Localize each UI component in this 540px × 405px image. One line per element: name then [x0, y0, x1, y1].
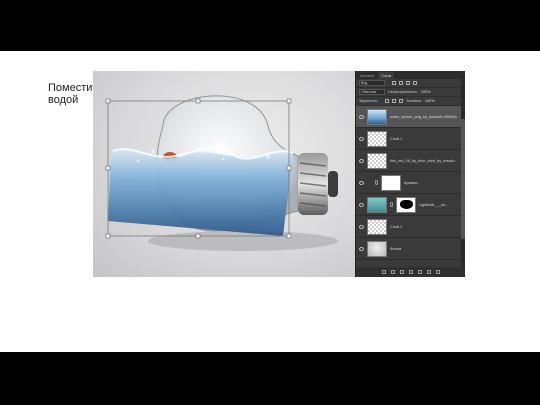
lock-pixels-icon[interactable] — [385, 99, 390, 103]
eye-icon[interactable] — [359, 136, 364, 141]
adjustment-filter-icon[interactable] — [399, 81, 403, 85]
trash-icon[interactable] — [436, 270, 440, 274]
layers-panel: Каналы Слои Вид Обычные Непрозрачность: … — [355, 71, 465, 277]
bulb-illustration — [105, 95, 338, 251]
layer-name: Lightbulb___ph... — [419, 202, 449, 207]
layer-row[interactable]: water_splash_png_by_dawhatt-d5fh5nb — [356, 106, 465, 128]
kind-filter-select[interactable]: Вид — [359, 80, 385, 86]
link-icon — [375, 180, 378, 185]
layer-thumbnail — [367, 108, 387, 125]
blend-row: Обычные Непрозрачность: 100% — [356, 88, 465, 97]
filter-icons — [392, 81, 417, 85]
lock-all-icon[interactable] — [399, 99, 404, 103]
lock-label: Закрепить: — [359, 99, 379, 103]
new-layer-icon[interactable] — [427, 270, 431, 274]
tab-channels[interactable]: Каналы — [360, 73, 374, 78]
opacity-value[interactable]: 100% — [421, 90, 431, 94]
scrollbar-thumb[interactable] — [461, 119, 465, 239]
group-icon[interactable] — [418, 270, 422, 274]
lock-position-icon[interactable] — [392, 99, 397, 103]
layer-row[interactable]: Слой 2 — [356, 216, 465, 238]
bulb-photo — [93, 71, 355, 277]
layer-thumbnail — [367, 130, 387, 147]
eye-icon[interactable] — [359, 180, 364, 185]
panel-footer — [356, 267, 465, 277]
fx-icon[interactable] — [391, 270, 395, 274]
pixel-filter-icon[interactable] — [392, 81, 396, 85]
bottom-letterbox — [0, 352, 540, 405]
top-letterbox — [0, 0, 540, 51]
opacity-label: Непрозрачность: — [388, 90, 418, 94]
tab-layers[interactable]: Слои — [378, 71, 394, 79]
panel-scrollbar[interactable] — [461, 79, 465, 267]
lock-row: Закрепить: Заливка: 100% — [356, 97, 465, 106]
layer-row[interactable]: Слой 1 — [356, 128, 465, 150]
fill-label: Заливка: — [406, 99, 422, 103]
link-icon — [390, 202, 393, 207]
layer-mask-thumbnail — [381, 174, 401, 191]
layer-row[interactable]: fish_red_08_by_blue_dard_by_maxdn... — [356, 150, 465, 172]
fill-value[interactable]: 100% — [425, 99, 435, 103]
lock-icons — [385, 99, 404, 103]
layer-name: Фонов — [390, 246, 402, 251]
eye-icon[interactable] — [359, 158, 364, 163]
layer-thumbnail — [367, 152, 387, 169]
add-mask-icon[interactable] — [400, 270, 404, 274]
eye-icon[interactable] — [359, 114, 364, 119]
layer-mask-thumbnail — [396, 196, 416, 213]
blend-mode-select[interactable]: Обычные — [359, 89, 385, 95]
layer-name: Слой 2 — [390, 224, 403, 229]
layer-name: fish_red_08_by_blue_dard_by_maxdn... — [390, 158, 458, 163]
layer-name: Слой 1 — [390, 136, 403, 141]
eye-icon[interactable] — [359, 202, 364, 207]
filter-row: Вид — [356, 79, 465, 88]
eye-icon[interactable] — [359, 246, 364, 251]
layer-name: Кривые... — [404, 180, 421, 185]
link-layers-icon[interactable] — [382, 270, 386, 274]
layer-row[interactable]: Фонов — [356, 238, 465, 260]
layer-thumbnail — [367, 218, 387, 235]
shape-filter-icon[interactable] — [413, 81, 417, 85]
layer-name: water_splash_png_by_dawhatt-d5fh5nb — [390, 114, 458, 119]
eye-icon[interactable] — [359, 224, 364, 229]
layer-thumbnail — [367, 196, 387, 213]
layer-row[interactable]: Lightbulb___ph... — [356, 194, 465, 216]
adjustment-layer-icon[interactable] — [409, 270, 413, 274]
layer-thumbnail — [367, 240, 387, 257]
layer-row[interactable]: Кривые... — [356, 172, 465, 194]
panel-tabs: Каналы Слои — [356, 71, 465, 79]
type-filter-icon[interactable] — [406, 81, 410, 85]
